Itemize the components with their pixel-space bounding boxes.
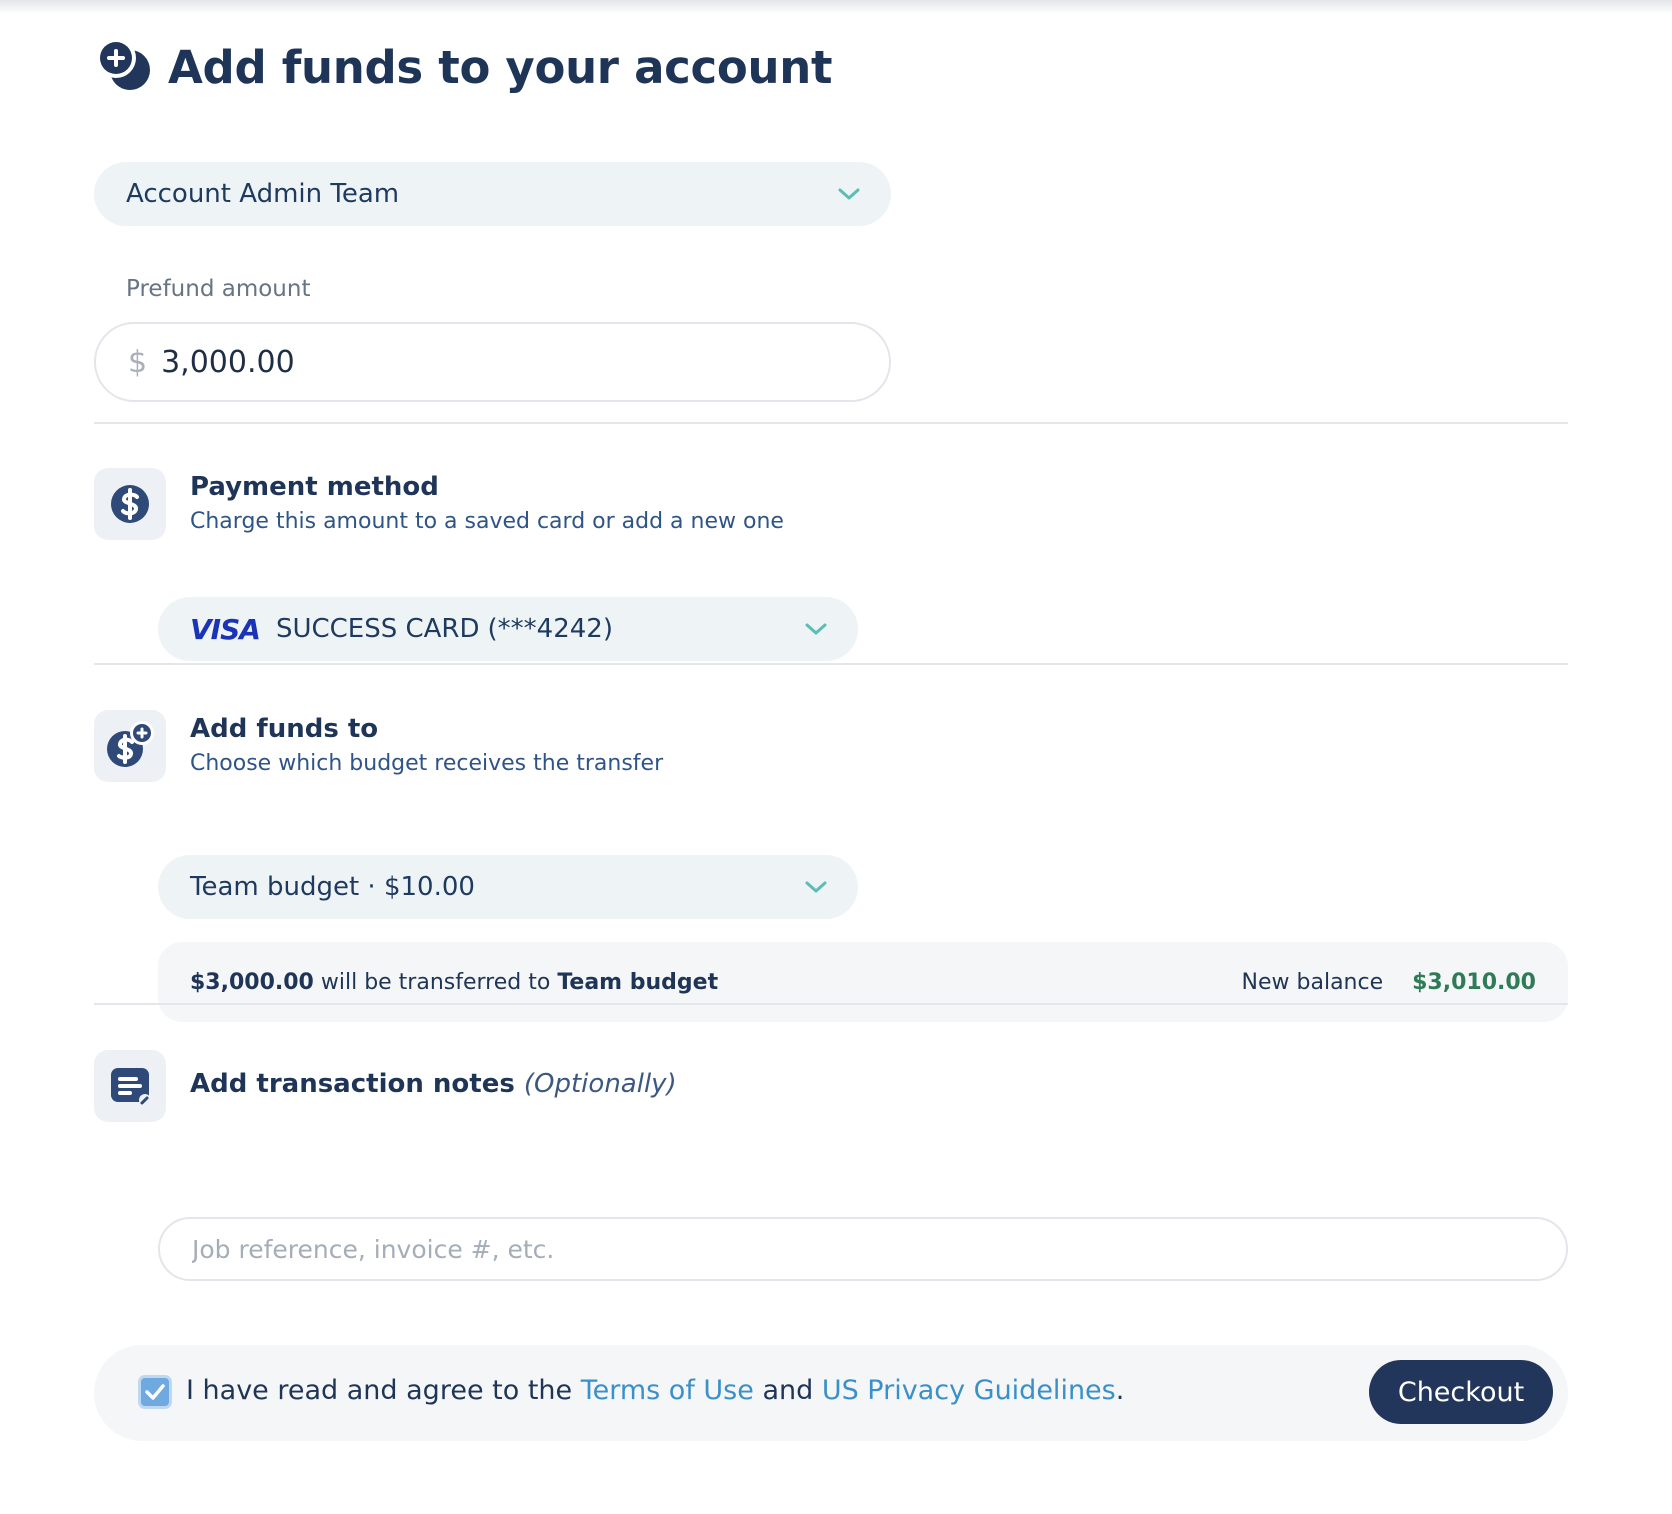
prefund-amount-input[interactable] (161, 344, 762, 380)
add-funds-icon (96, 38, 150, 90)
agree-checkbox[interactable] (138, 1375, 172, 1409)
payment-method-title: Payment method (190, 472, 439, 502)
agreement-text-middle: and (753, 1375, 822, 1406)
chevron-down-icon (838, 188, 860, 200)
transfer-text: will be transferred to (313, 969, 558, 995)
transfer-target: Team budget (557, 969, 719, 995)
payment-method-icon-tile (94, 468, 166, 540)
notes-icon (111, 1068, 151, 1106)
team-select-value: Account Admin Team (126, 179, 400, 209)
prefund-label: Prefund amount (126, 276, 311, 302)
agreement-bar: I have read and agree to the Terms of Us… (94, 1345, 1568, 1441)
notes-icon-tile (94, 1050, 166, 1122)
budget-select-value: Team budget · $10.00 (190, 872, 475, 902)
new-balance-label: New balance (1241, 969, 1384, 995)
terms-of-use-link[interactable]: Terms of Use (581, 1375, 754, 1406)
dollar-plus-icon (107, 721, 154, 767)
divider (94, 422, 1568, 424)
checkout-button[interactable]: Checkout (1369, 1360, 1553, 1424)
chevron-down-icon (805, 623, 827, 635)
card-select[interactable]: VISA SUCCESS CARD (***4242) (158, 597, 858, 661)
chevron-down-icon (805, 881, 827, 893)
transfer-summary: $3,000.00 will be transferred to Team bu… (158, 942, 1568, 1022)
notes-title-text: Add transaction notes (190, 1069, 515, 1099)
page-title: Add funds to your account (168, 40, 833, 94)
notes-optional-label: (Optionally) (523, 1069, 677, 1099)
new-balance-value: $3,010.00 (1412, 969, 1536, 995)
prefund-amount-field[interactable]: $ (94, 322, 891, 402)
divider (94, 1003, 1568, 1005)
currency-symbol: $ (128, 344, 148, 380)
privacy-guidelines-link[interactable]: US Privacy Guidelines (822, 1375, 1116, 1406)
agreement-text: I have read and agree to the Terms of Us… (186, 1375, 1124, 1406)
budget-select[interactable]: Team budget · $10.00 (158, 855, 858, 919)
add-funds-to-subtitle: Choose which budget receives the transfe… (190, 751, 664, 776)
notes-input[interactable] (158, 1217, 1568, 1281)
agreement-text-before: I have read and agree to the (186, 1375, 581, 1406)
agreement-text-after: . (1115, 1375, 1125, 1406)
notes-title: Add transaction notes (Optionally) (190, 1069, 677, 1099)
checkmark-icon (145, 1384, 165, 1400)
team-select[interactable]: Account Admin Team (94, 162, 891, 226)
dollar-icon (111, 485, 149, 523)
transfer-amount: $3,000.00 (190, 969, 314, 995)
visa-logo: VISA (190, 612, 261, 646)
top-shadow (0, 0, 1672, 14)
divider (94, 663, 1568, 665)
payment-method-subtitle: Charge this amount to a saved card or ad… (190, 509, 784, 534)
page-header: Add funds to your account (94, 36, 832, 98)
transfer-description: $3,000.00 will be transferred to Team bu… (190, 970, 718, 995)
card-mask: (***4242) (487, 614, 613, 644)
new-balance: New balance $3,010.00 (1242, 970, 1536, 995)
add-funds-to-title: Add funds to (190, 714, 379, 744)
card-name: SUCCESS CARD (275, 614, 480, 644)
add-funds-to-icon-tile (94, 710, 166, 782)
